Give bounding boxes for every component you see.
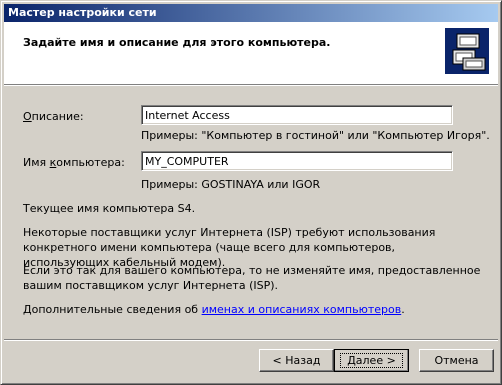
network-computers-icon <box>445 28 489 74</box>
computer-name-input[interactable]: MY_COMPUTER <box>141 151 453 171</box>
next-button[interactable]: Далее > <box>334 349 409 372</box>
title-bar[interactable]: Мастер настройки сети <box>4 4 498 22</box>
next-button-label: Далее > <box>340 352 403 368</box>
description-hint: Примеры: "Компьютер в гостиной" или "Ком… <box>141 129 490 142</box>
computer-name-hint: Примеры: GOSTINAYA или IGOR <box>141 178 321 191</box>
wizard-window: Мастер настройки сети Задайте имя и опис… <box>0 0 502 385</box>
window-title: Мастер настройки сети <box>8 6 157 19</box>
current-name-text: Текущее имя компьютера S4. <box>23 202 196 215</box>
more-info-text: Дополнительные сведения об именах и опис… <box>23 303 405 316</box>
header-separator <box>4 84 498 86</box>
description-label: Описание: <box>23 110 84 123</box>
footer-separator <box>4 339 498 341</box>
keep-name-text: Если это так для вашего компьютера, то н… <box>23 264 481 292</box>
header-title: Задайте имя и описание для этого компьют… <box>23 36 331 49</box>
back-button[interactable]: < Назад <box>259 349 334 372</box>
cancel-button[interactable]: Отмена <box>419 349 494 372</box>
wizard-header: Задайте имя и описание для этого компьют… <box>4 22 498 84</box>
description-input[interactable]: Internet Access <box>141 105 453 125</box>
computer-name-label: Имя компьютера: <box>23 156 125 169</box>
computer-names-link[interactable]: именах и описаниях компьютеров <box>202 303 402 316</box>
